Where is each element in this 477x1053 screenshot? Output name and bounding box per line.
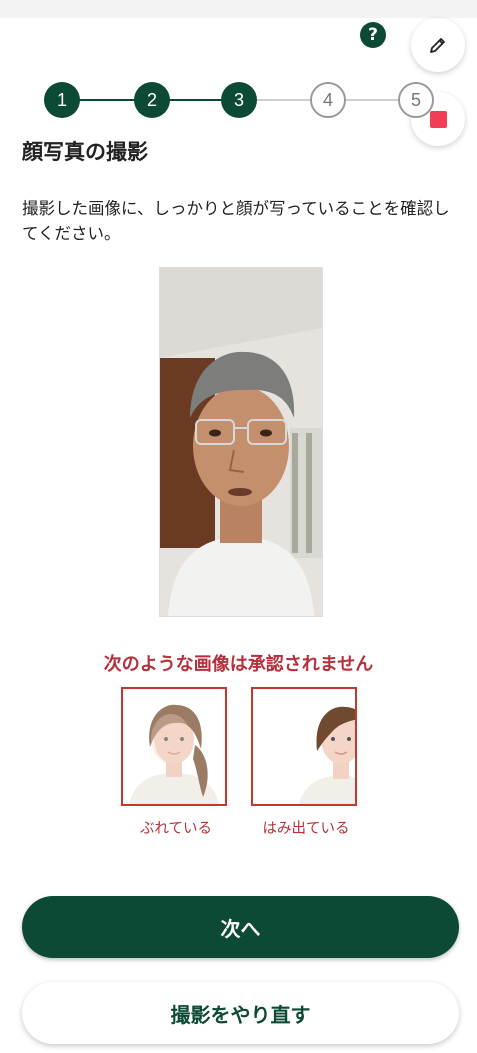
- next-button[interactable]: 次へ: [22, 896, 459, 958]
- help-icon[interactable]: ?: [360, 22, 386, 48]
- cropped-example-label: はみ出ている: [262, 821, 350, 837]
- captured-face-photo: [159, 267, 323, 617]
- progress-stepper: 1 2 3 4 5: [0, 82, 477, 118]
- step-1: 1: [44, 82, 80, 118]
- pencil-icon: [430, 38, 445, 53]
- blurred-example-label: ぶれている: [139, 821, 213, 837]
- rejection-heading: 次のような画像は承認されません: [103, 654, 374, 675]
- retake-button[interactable]: 撮影をやり直す: [22, 982, 459, 1044]
- cropped-example-image: [251, 687, 357, 806]
- edit-button[interactable]: [411, 18, 465, 72]
- step-5: 5: [398, 82, 434, 118]
- status-bar: [0, 0, 477, 18]
- step-3: 3: [221, 82, 257, 118]
- page-title: 顔写真の撮影: [22, 140, 148, 164]
- step-4: 4: [310, 82, 346, 118]
- step-2: 2: [134, 82, 170, 118]
- blurred-example-image: [121, 687, 227, 806]
- instruction-text: 撮影した画像に、しっかりと顔が写っていることを確認してください。: [22, 199, 450, 243]
